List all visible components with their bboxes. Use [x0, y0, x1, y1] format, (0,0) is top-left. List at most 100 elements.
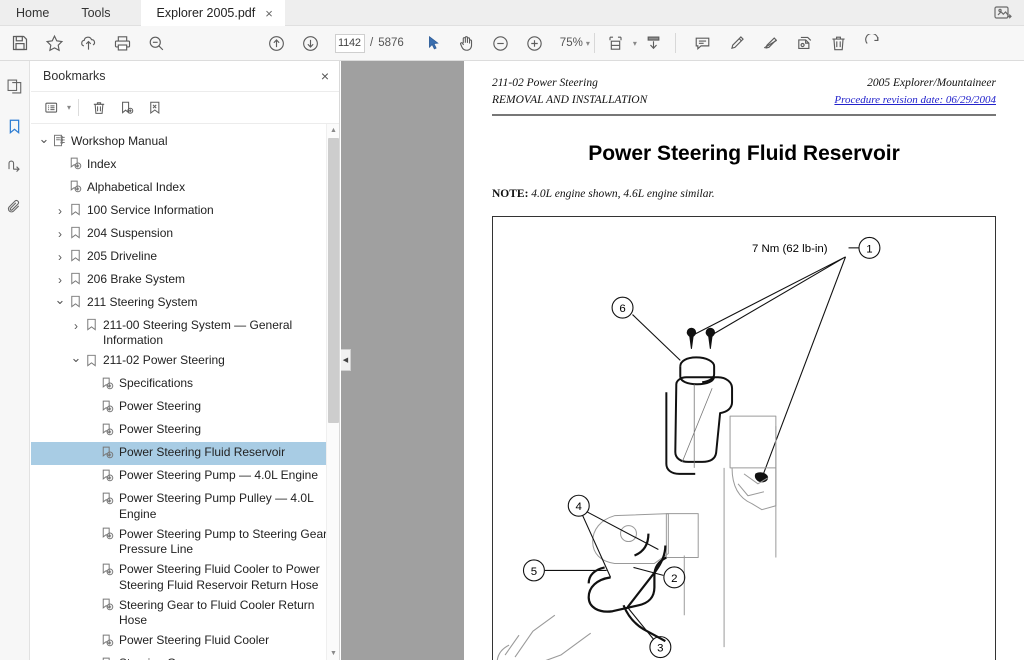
page-note-prefix: NOTE:	[492, 187, 529, 200]
page-navigation: 1142 / 5876	[335, 33, 404, 53]
bookmark-item[interactable]: Steering Gear	[31, 653, 339, 660]
zoom-in-icon[interactable]	[518, 26, 552, 60]
menu-home[interactable]: Home	[0, 0, 65, 26]
bookmark-item[interactable]: Alphabetical Index	[31, 176, 339, 199]
bookmark-link-icon	[99, 654, 116, 660]
svg-text:2: 2	[671, 572, 677, 584]
bookmark-item[interactable]: Power Steering Pump Pulley — 4.0L Engine	[31, 488, 339, 524]
bookmark-tree[interactable]: ⌄ Workshop Manual Index Alphabetical Index ›…	[31, 124, 339, 660]
document-tab[interactable]: Explorer 2005.pdf ×	[140, 0, 285, 26]
bookmark-item[interactable]: Steering Gear to Fluid Cooler Return Hos…	[31, 594, 339, 630]
arrow-down-circle-icon[interactable]	[293, 26, 327, 60]
cloud-upload-icon[interactable]	[71, 26, 105, 60]
close-icon[interactable]: ×	[265, 7, 273, 20]
svg-text:1: 1	[866, 243, 872, 255]
bookmark-item[interactable]: Power Steering Pump to Steering Gear Pre…	[31, 523, 339, 559]
bookmark-item[interactable]: › 211-00 Steering System — General Inform…	[31, 314, 339, 350]
chevron-right-icon[interactable]: ›	[53, 269, 67, 290]
save-icon[interactable]	[3, 26, 37, 60]
rail-signature[interactable]	[2, 153, 28, 179]
rail-attachments[interactable]	[2, 193, 28, 219]
stamp-icon[interactable]	[788, 26, 822, 60]
chevron-right-icon[interactable]: ›	[69, 315, 83, 336]
delete-trash-icon[interactable]	[822, 26, 856, 60]
highlight-pen-icon[interactable]	[720, 26, 754, 60]
bookmark-icon	[67, 292, 84, 308]
header-revision-link[interactable]: Procedure revision date: 06/29/2004	[834, 92, 996, 109]
toolbar-nav-group: 1142 / 5876	[259, 26, 404, 60]
page-header: 211-02 Power Steering REMOVAL AND INSTAL…	[492, 75, 996, 109]
bookmark-item-label: Alphabetical Index	[87, 179, 186, 194]
bookmarks-toolbar-divider	[78, 99, 80, 116]
chevron-right-icon[interactable]: ›	[53, 223, 67, 244]
panel-collapse-handle[interactable]: ◀	[341, 349, 351, 371]
bookmark-link-icon	[99, 374, 116, 390]
chevron-right-icon[interactable]: ›	[53, 246, 67, 267]
bookmark-edit-icon[interactable]	[142, 95, 168, 121]
bookmark-item[interactable]: Specifications	[31, 373, 339, 396]
bookmark-item[interactable]: › 100 Service Information	[31, 199, 339, 222]
chevron-down-icon[interactable]: ⌄	[53, 292, 67, 313]
chevron-down-icon[interactable]: ⌄	[37, 131, 51, 152]
bookmark-link-icon	[99, 631, 116, 647]
bookmark-item[interactable]: › 206 Brake System	[31, 268, 339, 291]
zoom-level-control[interactable]: 75% ▾	[560, 37, 590, 49]
bookmark-item-label: Power Steering	[119, 399, 202, 413]
bookmark-delete-icon[interactable]	[86, 95, 112, 121]
bookmark-item[interactable]: Power Steering Fluid Reservoir	[31, 441, 339, 465]
zoom-out-icon[interactable]	[484, 26, 518, 60]
bookmark-item-label: Power Steering Fluid Cooler to Power Ste…	[119, 562, 320, 592]
share-screenshot-icon[interactable]	[988, 0, 1018, 26]
bookmark-item-label: Power Steering Fluid Reservoir	[119, 445, 286, 459]
figure-diagram: 7 Nm (62 lb-in) 1 6 4 5 2 3	[496, 236, 881, 660]
bookmark-item[interactable]: › 205 Driveline	[31, 245, 339, 268]
select-cursor-icon[interactable]	[416, 26, 450, 60]
bookmark-add-icon[interactable]	[114, 95, 140, 121]
bookmark-item[interactable]: ⌄ Workshop Manual	[31, 130, 339, 153]
arrow-up-circle-icon[interactable]	[259, 26, 293, 60]
zoom-search-icon[interactable]	[139, 26, 173, 60]
bookmark-item[interactable]: Power Steering Fluid Cooler to Power Ste…	[31, 559, 339, 595]
bookmark-link-icon	[99, 466, 116, 482]
current-page-input[interactable]: 1142	[335, 33, 365, 53]
bookmark-tree-scrollbar[interactable]: ▲ ▼	[326, 124, 339, 660]
star-icon[interactable]	[37, 26, 71, 60]
bookmark-item-label: 211-00 Steering System — General Informa…	[103, 317, 293, 348]
bookmark-link-icon	[99, 524, 116, 540]
bookmark-options-chevron-icon[interactable]: ▾	[67, 103, 71, 112]
toolbar-file-group	[0, 26, 173, 60]
comment-icon[interactable]	[686, 26, 720, 60]
bookmarks-panel-title: Bookmarks	[43, 69, 106, 83]
strikethrough-pen-icon[interactable]	[754, 26, 788, 60]
bookmark-item[interactable]: ⌄ 211 Steering System	[31, 291, 339, 314]
print-icon[interactable]	[105, 26, 139, 60]
scroll-down-icon[interactable]: ▼	[327, 647, 339, 660]
rail-page-thumbnails[interactable]	[2, 73, 28, 99]
rotate-icon[interactable]	[856, 26, 890, 60]
bookmark-item[interactable]: ⌄ 211-02 Power Steering	[31, 350, 339, 373]
scroll-up-icon[interactable]: ▲	[327, 124, 339, 137]
bookmark-item[interactable]: Power Steering	[31, 396, 339, 419]
bookmark-item-label: 206 Brake System	[87, 271, 186, 286]
hand-pan-icon[interactable]	[450, 26, 484, 60]
bookmark-item[interactable]: Power Steering Pump — 4.0L Engine	[31, 465, 339, 488]
bookmark-item[interactable]: Index	[31, 153, 339, 176]
rail-bookmarks[interactable]	[2, 113, 28, 139]
close-icon[interactable]: ×	[321, 69, 329, 83]
chevron-down-icon[interactable]: ▾	[586, 39, 590, 48]
bookmark-item[interactable]: Power Steering Fluid Cooler	[31, 630, 339, 653]
bookmark-item[interactable]: Power Steering	[31, 419, 339, 442]
chevron-right-icon[interactable]: ›	[53, 200, 67, 221]
scrollbar-thumb[interactable]	[328, 138, 339, 423]
menu-tools[interactable]: Tools	[65, 0, 126, 26]
bookmark-options-icon[interactable]	[39, 95, 65, 121]
page-separator: /	[370, 37, 374, 49]
fit-page-icon[interactable]	[599, 26, 633, 60]
header-rule	[492, 114, 996, 116]
chevron-down-icon[interactable]: ⌄	[69, 350, 83, 372]
bookmark-item[interactable]: › 204 Suspension	[31, 222, 339, 245]
bookmark-link-icon	[99, 560, 116, 576]
page-header-left: 211-02 Power Steering REMOVAL AND INSTAL…	[492, 75, 647, 109]
fit-width-icon[interactable]	[637, 26, 671, 60]
document-viewport[interactable]: 211-02 Power Steering REMOVAL AND INSTAL…	[341, 61, 1024, 660]
